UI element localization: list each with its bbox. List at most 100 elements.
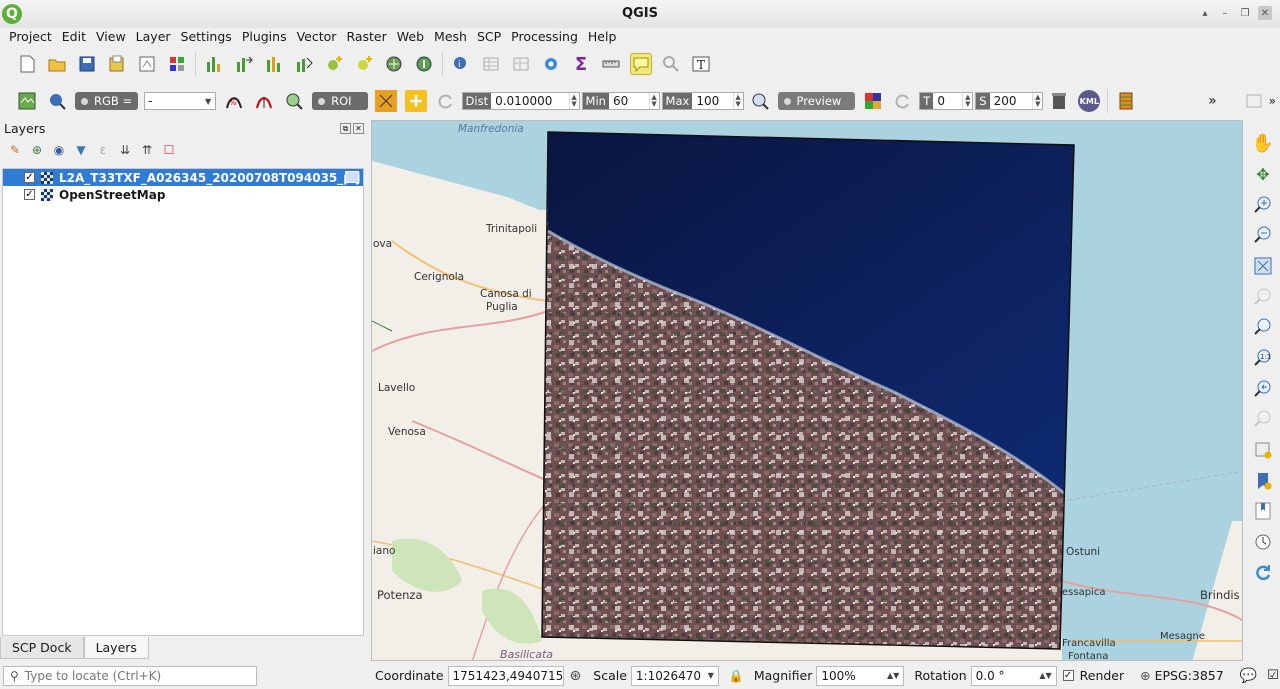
- kml-icon[interactable]: KML: [1078, 90, 1101, 112]
- menu-layer[interactable]: Layer: [127, 29, 171, 44]
- new-project-icon[interactable]: [16, 53, 38, 75]
- float-panel-icon[interactable]: ⧉: [340, 122, 351, 134]
- layer-indicator-icon[interactable]: [345, 171, 359, 183]
- zoom-in-icon[interactable]: [1251, 192, 1275, 217]
- coordinate-field[interactable]: 1751423,4940715: [447, 665, 564, 686]
- menu-scp[interactable]: SCP: [468, 29, 501, 44]
- filter-legend-icon[interactable]: ▼: [72, 139, 90, 161]
- minimize-window-icon[interactable]: –: [1218, 6, 1232, 20]
- zoom-out-icon[interactable]: [1251, 223, 1275, 248]
- remove-temp-files-icon[interactable]: [1048, 90, 1070, 112]
- menu-raster[interactable]: Raster: [337, 29, 386, 44]
- pan-to-selection-icon[interactable]: ✥: [1251, 162, 1275, 187]
- histogram-stretch-icon[interactable]: [263, 53, 285, 75]
- lock-scale-icon[interactable]: 🔒: [729, 669, 744, 683]
- extra-panel-icon[interactable]: [1243, 90, 1265, 112]
- new-bookmark-icon[interactable]: [1251, 468, 1275, 493]
- measure-icon[interactable]: [600, 53, 622, 75]
- spin-arrows-icon[interactable]: ▲▼: [648, 93, 659, 109]
- zoom-native-icon[interactable]: 1:1: [1251, 346, 1275, 371]
- zoom-roi-icon[interactable]: [283, 90, 305, 112]
- map-tips-icon[interactable]: [630, 53, 652, 75]
- spin-arrows-icon[interactable]: ▲▼: [568, 93, 579, 109]
- open-layer-styling-icon[interactable]: ✎: [6, 139, 24, 161]
- zoom-layer-icon[interactable]: [1251, 315, 1275, 340]
- menu-plugins[interactable]: Plugins: [233, 29, 287, 44]
- zoom-full-icon[interactable]: [1251, 254, 1275, 279]
- toggle-extents-icon[interactable]: ⊛: [570, 668, 582, 684]
- add-roi-icon[interactable]: [404, 90, 427, 112]
- new-layer-icon[interactable]: [323, 53, 345, 75]
- spin-arrows-icon[interactable]: ▲▼: [732, 93, 743, 109]
- collapse-all-icon[interactable]: ⇈: [138, 139, 156, 161]
- style-manager-icon[interactable]: [166, 53, 188, 75]
- local-standard-dev-icon[interactable]: [253, 90, 275, 112]
- menu-processing[interactable]: Processing: [502, 29, 578, 44]
- remove-layer-icon[interactable]: ☐: [160, 139, 178, 161]
- histogram-arrows-icon[interactable]: [233, 53, 255, 75]
- histogram-local-icon[interactable]: [293, 53, 315, 75]
- zoom-selection-icon[interactable]: [1251, 284, 1275, 309]
- roi-toggle[interactable]: ROI: [312, 92, 368, 110]
- menu-help[interactable]: Help: [579, 29, 617, 44]
- crs-globe-icon[interactable]: ⊕: [1140, 668, 1150, 683]
- scp-main-icon[interactable]: [16, 90, 38, 112]
- rgb-toggle[interactable]: RGB =: [75, 92, 139, 110]
- temporal-controller-icon[interactable]: [1251, 530, 1275, 555]
- save-project-icon[interactable]: [76, 53, 98, 75]
- map-canvas[interactable]: Manfredonia Trinitapoli Cerignola Canosa…: [371, 120, 1243, 661]
- menu-settings[interactable]: Settings: [172, 29, 232, 44]
- rgb-combo[interactable]: - ▼: [144, 92, 217, 110]
- layer-visibility-checkbox[interactable]: ✓: [24, 189, 35, 200]
- tab-layers[interactable]: Layers: [83, 637, 149, 659]
- local-cumulative-stretch-icon[interactable]: %: [223, 90, 245, 112]
- menu-mesh[interactable]: Mesh: [425, 29, 467, 44]
- min-spinbox[interactable]: Min 60 ▲ ▼: [581, 92, 660, 110]
- t-spinbox[interactable]: T 0 ▲ ▼: [919, 92, 974, 110]
- statistics-icon[interactable]: Σ: [570, 53, 592, 75]
- new-map-view-icon[interactable]: [1251, 438, 1275, 463]
- spin-arrows-icon[interactable]: ▲▼: [883, 671, 899, 680]
- s-spinbox[interactable]: S 200 ▲ ▼: [975, 92, 1044, 110]
- field-calculator-icon[interactable]: [510, 53, 532, 75]
- preview-toggle[interactable]: Preview: [777, 92, 856, 110]
- close-panel-icon[interactable]: ✕: [353, 122, 364, 134]
- temporal-icon[interactable]: [660, 53, 682, 75]
- layer-row[interactable]: ✓ L2A_T33TXF_A026345_20200708T094035_p.j: [3, 169, 363, 186]
- crs-label[interactable]: EPSG:3857: [1155, 668, 1224, 683]
- open-project-icon[interactable]: [46, 53, 68, 75]
- band-set-icon[interactable]: [1115, 90, 1137, 112]
- scale-combo[interactable]: 1:1026470 ▼: [630, 665, 719, 686]
- menu-vector[interactable]: Vector: [288, 29, 337, 44]
- pan-hand-icon[interactable]: ✋: [1251, 131, 1275, 156]
- histogram-icon[interactable]: [203, 53, 225, 75]
- manage-visibility-icon[interactable]: ◉: [50, 139, 68, 161]
- max-spinbox[interactable]: Max 100 ▲ ▼: [661, 92, 744, 110]
- render-checkbox[interactable]: ✓: [1062, 670, 1074, 681]
- log-messages-icon[interactable]: ☑: [1267, 668, 1279, 683]
- save-as-icon[interactable]: [106, 53, 128, 75]
- menu-view[interactable]: View: [87, 29, 126, 44]
- spin-arrows-icon[interactable]: ▲▼: [962, 93, 972, 109]
- processing-toolbox-icon[interactable]: [540, 53, 562, 75]
- menu-web[interactable]: Web: [388, 29, 424, 44]
- create-roi-icon[interactable]: [374, 90, 397, 112]
- zoom-last-icon[interactable]: [1251, 376, 1275, 401]
- dist-spinbox[interactable]: Dist 0.010000 ▲ ▼: [461, 92, 580, 110]
- classification-preview-icon[interactable]: [862, 90, 884, 112]
- redo-preview-icon[interactable]: [892, 90, 914, 112]
- identify-icon[interactable]: i: [450, 53, 472, 75]
- toolbar-overflow-right-icon[interactable]: »: [1269, 94, 1276, 108]
- zoom-input-image-icon[interactable]: [46, 90, 68, 112]
- toolbar-overflow-icon[interactable]: »: [1208, 93, 1217, 109]
- expand-all-icon[interactable]: ⇊: [116, 139, 134, 161]
- refresh-icon[interactable]: [1251, 560, 1275, 585]
- close-window-icon[interactable]: ✕: [1258, 6, 1272, 20]
- redo-roi-icon[interactable]: [435, 90, 457, 112]
- tab-scp-dock[interactable]: SCP Dock: [0, 637, 84, 659]
- filter-expression-icon[interactable]: ε: [94, 139, 112, 161]
- add-group-icon[interactable]: ⊕: [28, 139, 46, 161]
- zoom-next-icon[interactable]: [1251, 407, 1275, 432]
- print-layout-icon[interactable]: [136, 53, 158, 75]
- layer-row[interactable]: ✓ OpenStreetMap: [3, 186, 363, 203]
